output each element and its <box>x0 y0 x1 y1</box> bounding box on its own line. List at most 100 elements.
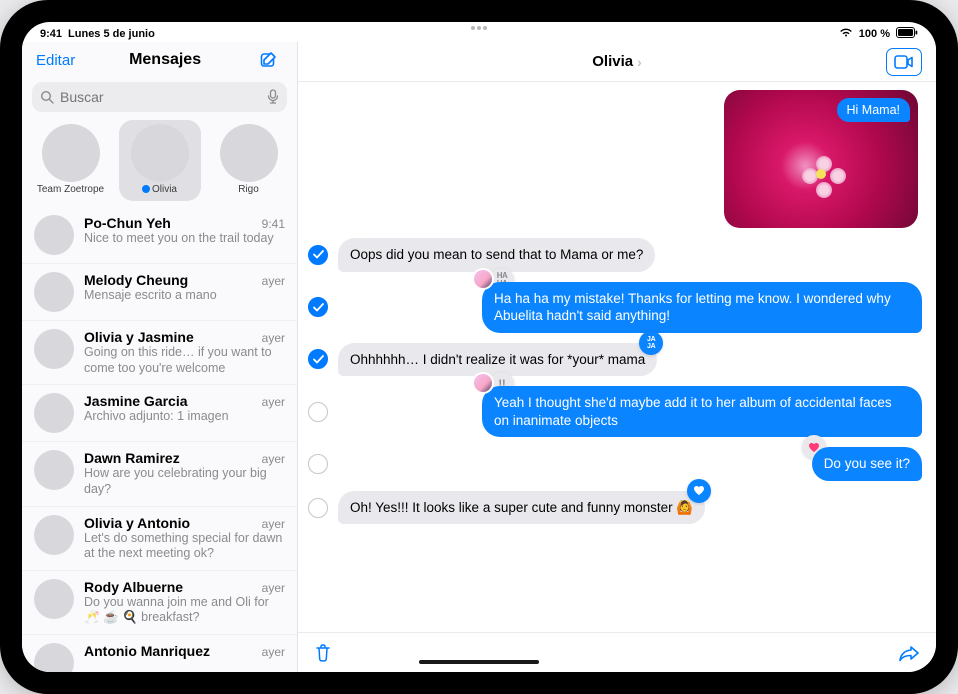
message-bubble[interactable]: Yeah I thought she'd maybe add it to her… <box>482 386 922 437</box>
select-checkbox[interactable] <box>308 245 328 265</box>
list-item[interactable]: Olivia y Antonio ayer Let's do something … <box>22 507 297 571</box>
convo-time: ayer <box>262 452 285 466</box>
convo-preview: Archivo adjunto: 1 imagen <box>84 409 285 425</box>
message-row[interactable]: Hi Mama! <box>308 90 922 228</box>
chat-pane: Olivia › <box>298 42 936 672</box>
status-bar: 9:41 Lunes 5 de junio 100 % <box>22 22 936 42</box>
list-item[interactable]: Rody Albuerne ayer Do you wanna join me a… <box>22 571 297 635</box>
convo-preview: Nice to meet you on the trail today <box>84 231 285 247</box>
convo-name: Olivia y Antonio <box>84 515 190 531</box>
status-date: Lunes 5 de junio <box>68 28 155 40</box>
unread-dot <box>142 185 150 193</box>
sidebar-title: Mensajes <box>129 51 201 69</box>
convo-preview: Going on this ride… if you want to come … <box>84 345 285 376</box>
pinned-label: Rigo <box>238 184 259 195</box>
avatar <box>34 393 74 433</box>
convo-name: Melody Cheung <box>84 272 188 288</box>
chat-title-button[interactable]: Olivia › <box>592 53 642 70</box>
convo-time: 9:41 <box>262 217 285 231</box>
ipad-frame: 9:41 Lunes 5 de junio 100 % Editar <box>0 0 958 694</box>
avatar <box>42 124 100 182</box>
mic-icon[interactable] <box>267 89 279 105</box>
avatar <box>34 329 74 369</box>
sidebar: Editar Mensajes <box>22 42 298 672</box>
convo-time: ayer <box>262 581 285 595</box>
image-caption-bubble: Hi Mama! <box>837 98 910 122</box>
chat-title: Olivia <box>592 53 633 70</box>
convo-name: Antonio Manriquez <box>84 643 210 659</box>
reaction-avatar <box>472 268 494 290</box>
avatar <box>34 515 74 555</box>
battery-percent: 100 % <box>859 28 890 40</box>
sidebar-header: Editar Mensajes <box>22 42 297 78</box>
search-input[interactable] <box>60 89 267 105</box>
compose-button[interactable] <box>255 46 283 74</box>
message-bubble[interactable]: Oh! Yes!!! It looks like a super cute an… <box>338 491 705 525</box>
message-bubble[interactable]: Ha ha ha my mistake! Thanks for letting … <box>482 282 922 333</box>
multitask-pill[interactable] <box>22 26 936 30</box>
main-split: Editar Mensajes <box>22 42 936 672</box>
list-item[interactable]: Melody Cheung ayer Mensaje escrito a mano <box>22 264 297 321</box>
avatar <box>34 450 74 490</box>
avatar <box>220 124 278 182</box>
list-item[interactable]: Po-Chun Yeh 9:41 Nice to meet you on the … <box>22 207 297 264</box>
message-bubble[interactable]: Ohhhhhh… I didn't realize it was for *yo… <box>338 343 657 377</box>
select-checkbox[interactable] <box>308 349 328 369</box>
convo-name: Jasmine Garcia <box>84 393 188 409</box>
convo-name: Olivia y Jasmine <box>84 329 194 345</box>
message-row[interactable]: Oops did you mean to send that to Mama o… <box>308 238 922 272</box>
avatar <box>34 643 74 672</box>
chat-header: Olivia › <box>298 42 936 82</box>
pinned-team-zoetrope[interactable]: Team Zoetrope <box>30 120 112 201</box>
tapback-haha-icon[interactable]: JAJA <box>639 331 663 355</box>
home-indicator[interactable] <box>419 660 539 664</box>
status-time: 9:41 <box>40 28 62 40</box>
pinned-label: Olivia <box>142 184 177 195</box>
convo-name: Po-Chun Yeh <box>84 215 171 231</box>
edit-button[interactable]: Editar <box>36 52 75 69</box>
message-bubble[interactable]: Do you see it? <box>812 447 922 481</box>
list-item[interactable]: Dawn Ramirez ayer How are you celebrating… <box>22 442 297 506</box>
message-row[interactable]: Oh! Yes!!! It looks like a super cute an… <box>308 491 922 525</box>
conversation-list[interactable]: Po-Chun Yeh 9:41 Nice to meet you on the … <box>22 207 297 672</box>
pinned-label: Team Zoetrope <box>37 184 104 195</box>
convo-time: ayer <box>262 517 285 531</box>
wifi-icon <box>839 27 853 41</box>
message-row[interactable]: !! Yeah I thought she'd maybe add it to … <box>308 386 922 437</box>
convo-name: Rody Albuerne <box>84 579 183 595</box>
search-field[interactable] <box>32 82 287 112</box>
image-attachment[interactable]: Hi Mama! <box>724 90 918 228</box>
trash-button[interactable] <box>314 643 332 663</box>
convo-name: Dawn Ramirez <box>84 450 180 466</box>
pinned-row: Team Zoetrope Olivia Rigo <box>22 118 297 207</box>
message-row[interactable]: Ohhhhhh… I didn't realize it was for *yo… <box>308 343 922 377</box>
avatar <box>131 124 189 182</box>
facetime-button[interactable] <box>886 48 922 76</box>
list-item[interactable]: Antonio Manriquezayer <box>22 635 297 672</box>
convo-preview: Let's do something special for dawn at t… <box>84 531 285 562</box>
select-checkbox[interactable] <box>308 498 328 518</box>
list-item[interactable]: Jasmine Garciaayer Archivo adjunto: 1 im… <box>22 385 297 442</box>
forward-button[interactable] <box>898 644 920 662</box>
search-icon <box>40 90 54 104</box>
flower-detail <box>802 156 848 202</box>
messages-scroll[interactable]: Hi Mama! Oops did you mean to send that … <box>298 82 936 632</box>
select-checkbox[interactable] <box>308 454 328 474</box>
pinned-olivia[interactable]: Olivia <box>119 120 201 201</box>
message-row[interactable]: Do you see it? <box>308 447 922 481</box>
select-checkbox[interactable] <box>308 297 328 317</box>
battery-icon <box>896 27 918 41</box>
convo-preview: Mensaje escrito a mano <box>84 288 285 304</box>
convo-preview: How are you celebrating your big day? <box>84 466 285 497</box>
screen: 9:41 Lunes 5 de junio 100 % Editar <box>22 22 936 672</box>
list-item[interactable]: Olivia y Jasmineayer Going on this ride…… <box>22 321 297 385</box>
select-checkbox[interactable] <box>308 402 328 422</box>
convo-time: ayer <box>262 274 285 288</box>
message-bubble[interactable]: Oops did you mean to send that to Mama o… <box>338 238 655 272</box>
tapback-heart-icon[interactable] <box>687 479 711 503</box>
avatar <box>34 215 74 255</box>
pinned-rigo[interactable]: Rigo <box>208 120 290 201</box>
message-row[interactable]: HAHA Ha ha ha my mistake! Thanks for let… <box>308 282 922 333</box>
selection-toolbar <box>298 632 936 672</box>
convo-preview: Do you wanna join me and Oli for 🥂 ☕ 🍳 b… <box>84 595 285 626</box>
